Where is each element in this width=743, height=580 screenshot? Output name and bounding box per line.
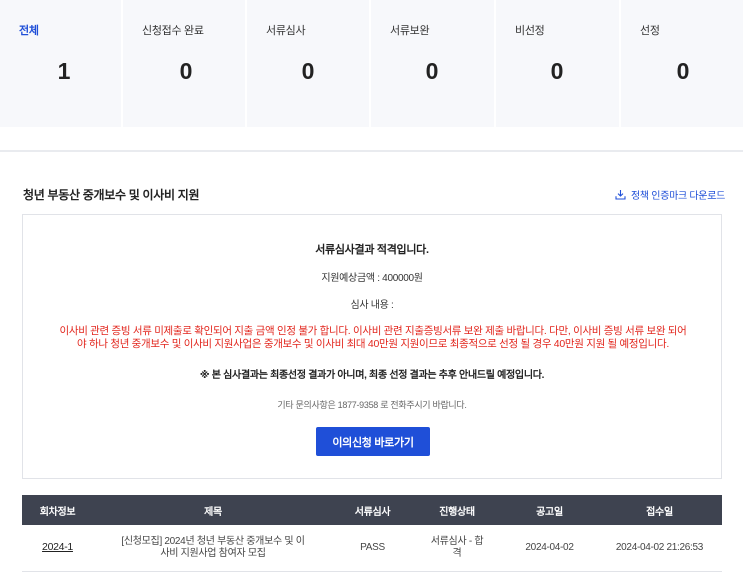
review-result-panel: 서류심사결과 적격입니다. 지원예상금액 : 400000원 심사 내용 : 이…	[22, 214, 722, 479]
review-reason-line: 야 하나 청년 중개보수 및 이사비 지원사업은 중개보수 및 이사비 최대 4…	[77, 338, 669, 350]
contact-info: 기타 문의사항은 1877-9358 로 전화주시기 바랍니다.	[277, 400, 467, 410]
final-selection-notice: ※ 본 심사결과는 최종선정 결과가 아니며, 최종 선정 결과는 추후 안내드…	[199, 370, 545, 381]
appeal-button[interactable]: 이의신청 바로가기	[316, 427, 430, 456]
column-header: 접수일	[646, 506, 673, 518]
review-reason-line: 이사비 관련 증빙 서류 미제출로 확인되어 지출 금액 인정 불가 합니다. …	[59, 325, 687, 337]
status-line: 서류심사 - 합	[430, 535, 484, 547]
status-label: 비선정	[515, 25, 545, 37]
status-tab-selected[interactable]: 선정 0	[621, 0, 743, 127]
document-review-cell: PASS	[360, 541, 385, 553]
expected-support-amount: 지원예상금액 : 400000원	[321, 273, 423, 284]
column-header: 진행상태	[439, 506, 475, 518]
status-label: 선정	[640, 25, 660, 37]
status-label: 서류심사	[266, 25, 306, 37]
title-cell: [신청모집] 2024년 청년 부동산 중개보수 및 이 사비 지원사업 참여자…	[93, 525, 333, 571]
status-tab-document-review[interactable]: 서류심사 0	[247, 0, 369, 127]
status-tab-document-supplement[interactable]: 서류보완 0	[371, 0, 494, 127]
table-row: 2024-1 [신청모집] 2024년 청년 부동산 중개보수 및 이 사비 지…	[22, 525, 722, 571]
status-tab-not-selected[interactable]: 비선정 0	[496, 0, 619, 127]
status-count: 0	[676, 58, 690, 84]
status-label: 신청접수 완료	[142, 25, 204, 37]
column-header: 회차정보	[39, 506, 76, 518]
status-label: 전체	[19, 25, 39, 37]
review-reason-text: 이사비 관련 증빙 서류 미제출로 확인되어 지출 금액 인정 불가 합니다. …	[43, 325, 703, 351]
received-date-cell: 2024-04-02 21:26:53	[615, 541, 704, 553]
status-count: 0	[550, 58, 564, 84]
round-cell: 2024-1	[22, 525, 93, 571]
download-label: 정책 인증마크 다운로드	[631, 191, 725, 202]
status-tab-submitted[interactable]: 신청접수 완료 0	[123, 0, 245, 127]
program-title: 청년 부동산 중개보수 및 이사비 지원	[23, 188, 200, 202]
round-link[interactable]: 2024-1	[42, 541, 73, 553]
column-header: 제목	[204, 506, 222, 518]
column-header: 공고일	[536, 506, 563, 518]
status-count: 0	[425, 58, 439, 84]
status-label: 서류보완	[390, 25, 430, 37]
notice-date-cell: 2024-04-02	[525, 541, 574, 553]
download-icon	[615, 189, 626, 200]
progress-status-cell: 서류심사 - 합 격	[412, 525, 502, 571]
application-history-table: 회차정보 제목 서류심사 진행상태 공고일 접수일 2024-1 [신청모집] …	[22, 495, 722, 572]
status-count: 1	[57, 58, 71, 84]
status-line: 격	[452, 547, 462, 559]
review-result-title: 서류심사결과 적격입니다.	[315, 244, 429, 256]
review-content-label: 심사 내용 :	[350, 300, 394, 311]
title-line: 사비 지원사업 참여자 모집	[160, 547, 266, 559]
table-header-row: 회차정보 제목 서류심사 진행상태 공고일 접수일	[22, 495, 722, 525]
status-summary: 전체 1 신청접수 완료 0 서류심사 0 서류보완 0 비선정 0 선정 0	[0, 0, 743, 127]
status-count: 0	[179, 58, 193, 84]
certification-mark-download-link[interactable]: 정책 인증마크 다운로드	[615, 187, 725, 202]
status-tab-all[interactable]: 전체 1	[0, 0, 121, 127]
status-count: 0	[301, 58, 315, 84]
column-header: 서류심사	[354, 506, 391, 518]
title-line: [신청모집] 2024년 청년 부동산 중개보수 및 이	[121, 535, 305, 547]
section-divider	[0, 150, 743, 152]
